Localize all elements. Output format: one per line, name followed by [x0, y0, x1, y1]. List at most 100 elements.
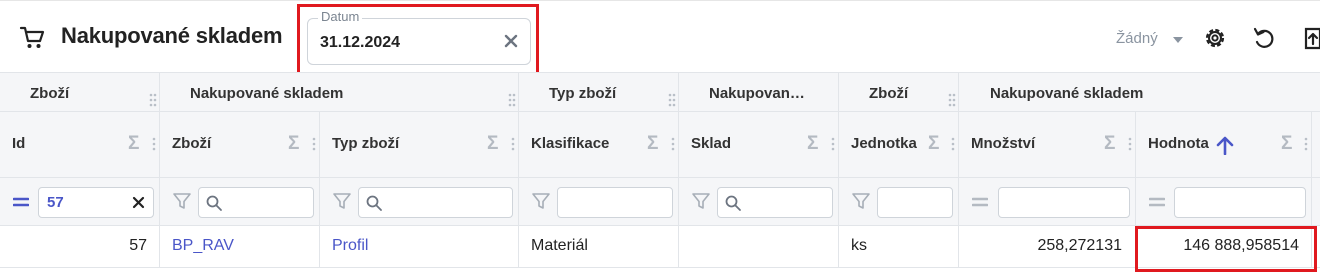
grip-icon[interactable] — [508, 93, 516, 107]
group-header-label: Nakupovan… — [709, 85, 805, 102]
sum-icon[interactable]: Σ — [288, 133, 299, 155]
column-menu-icon[interactable] — [831, 137, 835, 151]
sum-icon[interactable]: Σ — [128, 133, 139, 155]
hodnota-filter-input[interactable] — [1174, 187, 1306, 218]
table-row[interactable]: 57 BP_RAV Profil Materiál ks 258,272131 … — [0, 226, 1320, 268]
column-menu-icon[interactable] — [312, 137, 316, 151]
export-icon[interactable] — [1300, 25, 1320, 51]
sum-icon[interactable]: Σ — [928, 133, 939, 155]
sum-icon[interactable]: Σ — [647, 133, 658, 155]
column-header-zbozi[interactable]: Zboží Σ — [160, 112, 320, 177]
group-header-cell[interactable]: Typ zboží — [519, 73, 679, 111]
filter-row: 57 — [0, 178, 1320, 226]
column-menu-icon[interactable] — [511, 137, 515, 151]
cell-sklad — [679, 226, 839, 267]
sum-icon[interactable]: Σ — [807, 133, 818, 155]
group-header-label: Typ zboží — [549, 85, 617, 102]
filter-icon[interactable] — [691, 191, 711, 211]
grip-icon[interactable] — [149, 93, 157, 107]
typ-zbozi-link[interactable]: Profil — [332, 237, 368, 255]
typ-zbozi-filter-input[interactable] — [358, 187, 513, 218]
cell-klasifikace-value: Materiál — [531, 237, 588, 254]
equals-icon[interactable] — [972, 197, 988, 207]
group-header-row: Zboží Nakupované skladem Typ zboží Nakup… — [0, 72, 1320, 112]
search-icon — [366, 195, 382, 211]
search-icon — [206, 195, 222, 211]
undo-icon[interactable] — [1251, 25, 1277, 51]
sum-icon[interactable]: Σ — [1104, 133, 1115, 155]
layout-select[interactable]: Žádný — [1116, 30, 1158, 47]
jednotka-filter-input[interactable] — [877, 187, 953, 218]
column-header-label: Zboží — [172, 135, 212, 152]
grip-icon[interactable] — [668, 93, 676, 107]
group-header-cell[interactable]: Zboží — [839, 73, 959, 111]
column-header-label: Id — [12, 135, 26, 152]
column-header-sklad[interactable]: Sklad Σ — [679, 112, 839, 177]
cell-mnozstvi: 258,272131 — [959, 226, 1136, 267]
filter-icon[interactable] — [851, 191, 871, 211]
klasifikace-filter-input[interactable] — [557, 187, 673, 218]
filter-cell-sklad — [679, 178, 839, 225]
chevron-down-icon[interactable] — [1172, 36, 1184, 44]
search-icon — [725, 195, 741, 211]
group-header-cell[interactable]: Nakupované skladem — [959, 73, 1320, 111]
group-header-cell[interactable]: Zboží — [0, 73, 160, 111]
group-header-label: Zboží — [869, 85, 909, 102]
group-header-cell[interactable]: Nakupovan… — [679, 73, 839, 111]
id-filter-input[interactable]: 57 — [38, 187, 154, 218]
column-header-row: Id Σ Zboží Σ Typ zboží Σ Klasifikace Σ S… — [0, 112, 1320, 178]
column-menu-icon[interactable] — [1304, 137, 1308, 151]
column-menu-icon[interactable] — [1128, 137, 1132, 151]
column-menu-icon[interactable] — [671, 137, 675, 151]
column-header-label: Jednotka — [851, 135, 917, 152]
sum-icon[interactable]: Σ — [487, 133, 498, 155]
grip-icon[interactable] — [948, 93, 956, 107]
column-header-klasifikace[interactable]: Klasifikace Σ — [519, 112, 679, 177]
cart-icon — [19, 26, 45, 48]
filter-icon[interactable] — [172, 191, 192, 211]
column-menu-icon[interactable] — [951, 137, 955, 151]
highlight-box-date — [297, 4, 539, 75]
cell-typ-zbozi: Profil — [320, 226, 519, 267]
page-title: Nakupované skladem — [61, 23, 283, 48]
column-header-label: Typ zboží — [332, 135, 400, 152]
column-menu-icon[interactable] — [152, 137, 156, 151]
mnozstvi-filter-input[interactable] — [998, 187, 1130, 218]
filter-cell-jednotka — [839, 178, 959, 225]
zbozi-link[interactable]: BP_RAV — [172, 237, 234, 255]
cell-id: 57 — [0, 226, 160, 267]
column-header-label: Hodnota — [1148, 135, 1209, 152]
filter-icon[interactable] — [332, 191, 352, 211]
filter-icon[interactable] — [531, 191, 551, 211]
sklad-filter-input[interactable] — [717, 187, 833, 218]
filter-cell-typ-zbozi — [320, 178, 519, 225]
cell-klasifikace: Materiál — [519, 226, 679, 267]
column-header-label: Klasifikace — [531, 135, 610, 152]
column-header-label: Sklad — [691, 135, 732, 152]
id-filter-value: 57 — [47, 194, 64, 211]
filter-cell-mnozstvi — [959, 178, 1136, 225]
sort-up-icon[interactable] — [1216, 135, 1234, 155]
filter-cell-klasifikace — [519, 178, 679, 225]
cell-zbozi: BP_RAV — [160, 226, 320, 267]
column-header-typ-zbozi[interactable]: Typ zboží Σ — [320, 112, 519, 177]
zbozi-filter-input[interactable] — [198, 187, 314, 218]
equals-icon[interactable] — [1149, 197, 1165, 207]
gear-icon[interactable] — [1202, 25, 1228, 51]
group-header-label: Nakupované skladem — [990, 85, 1144, 102]
column-header-id[interactable]: Id Σ — [0, 112, 160, 177]
toolbar: Nakupované skladem Datum 31.12.2024 Žádn… — [0, 0, 1320, 75]
group-header-cell[interactable]: Nakupované skladem — [160, 73, 519, 111]
column-header-mnozstvi[interactable]: Množství Σ — [959, 112, 1136, 177]
sum-icon[interactable]: Σ — [1281, 133, 1292, 155]
group-header-label: Nakupované skladem — [190, 85, 344, 102]
column-header-label: Množství — [971, 135, 1036, 152]
equals-icon[interactable] — [13, 197, 29, 207]
filter-cell-zbozi — [160, 178, 320, 225]
column-header-jednotka[interactable]: Jednotka Σ — [839, 112, 959, 177]
cell-id-value: 57 — [129, 237, 147, 254]
filter-cell-hodnota — [1136, 178, 1312, 225]
cell-jednotka: ks — [839, 226, 959, 267]
cell-jednotka-value: ks — [851, 237, 867, 254]
clear-icon[interactable] — [132, 196, 145, 209]
